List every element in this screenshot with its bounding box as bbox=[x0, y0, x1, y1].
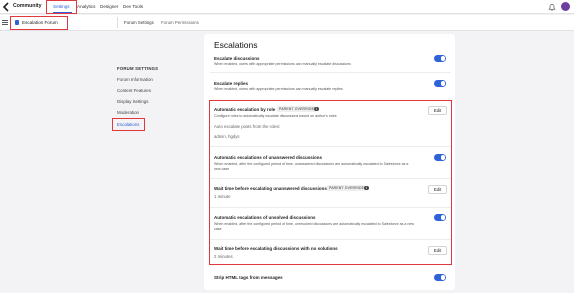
highlight-box-forum bbox=[10, 16, 68, 30]
edit-button-wait-time-no-solutions[interactable]: Edit bbox=[428, 246, 447, 255]
setting-value-label-roles: Auto escalate posts from the roles: bbox=[214, 124, 281, 129]
toggle-auto-escalation-unanswered[interactable] bbox=[434, 154, 446, 161]
setting-desc-escalate-discussions: When enabled, users with appropriate per… bbox=[214, 62, 351, 66]
row-separator bbox=[210, 72, 451, 73]
setting-title-escalate-replies: Escalate replies bbox=[214, 81, 249, 86]
toggle-escalate-discussions[interactable] bbox=[434, 55, 446, 62]
toggle-auto-escalation-unsolved[interactable] bbox=[434, 214, 446, 221]
row-separator bbox=[210, 239, 451, 240]
page-title: Escalations bbox=[214, 40, 258, 50]
leftnav-item-forum-information[interactable]: Forum Information bbox=[117, 77, 153, 82]
setting-desc-automatic-escalation-by-role: Configure roles to automatically escalat… bbox=[214, 114, 337, 118]
row-separator bbox=[210, 207, 451, 208]
setting-desc-auto-escalation-unanswered: When enabled, after the configured perio… bbox=[214, 162, 409, 171]
setting-title-automatic-escalation-by-role: Automatic escalation by role bbox=[214, 107, 276, 112]
bell-icon[interactable] bbox=[548, 3, 556, 11]
toggle-strip-html[interactable] bbox=[434, 274, 446, 281]
edit-button-wait-time-unanswered[interactable]: Edit bbox=[428, 185, 447, 194]
nav-analytics[interactable]: Analytics bbox=[77, 4, 95, 9]
row-separator bbox=[210, 146, 451, 147]
leftnav-item-content-features[interactable]: Content Features bbox=[117, 88, 151, 93]
subbar-divider bbox=[117, 17, 118, 28]
sub-bar bbox=[0, 15, 574, 31]
parent-override-badge: PARENT OVERRIDE bbox=[277, 106, 317, 112]
highlight-box-nav bbox=[46, 0, 77, 14]
tab-forum-permissions[interactable]: Forum Permissions bbox=[161, 20, 199, 25]
setting-desc-escalate-replies: When enabled, users with appropriate per… bbox=[214, 87, 343, 91]
setting-value-wait-time-unanswered: 1 minute bbox=[214, 194, 231, 199]
leftnav-item-display-settings[interactable]: Display Settings bbox=[117, 99, 148, 104]
highlight-box-escalations bbox=[112, 118, 145, 131]
nav-designer[interactable]: Designer bbox=[100, 4, 118, 9]
logo-icon[interactable] bbox=[2, 2, 10, 12]
setting-title-wait-time-no-solutions: Wait time before escalating discussions … bbox=[214, 246, 338, 251]
setting-title-strip-html: Strip HTML tags from messages bbox=[214, 275, 283, 280]
setting-desc-auto-escalation-unsolved: When enabled, after the configured perio… bbox=[214, 222, 414, 231]
avatar[interactable] bbox=[561, 2, 570, 11]
hamburger-icon[interactable] bbox=[2, 20, 8, 25]
setting-title-auto-escalation-unsolved: Automatic escalations of unsolved discus… bbox=[214, 215, 316, 220]
row-separator bbox=[210, 178, 451, 179]
info-icon[interactable]: i bbox=[364, 185, 369, 190]
leftnav-item-moderation[interactable]: Moderation bbox=[117, 110, 139, 115]
parent-override-badge: PARENT OVERRIDE bbox=[327, 185, 367, 191]
toggle-escalate-replies[interactable] bbox=[434, 80, 446, 87]
tab-forum-settings[interactable]: Forum Settings bbox=[124, 20, 154, 25]
setting-value-wait-time-no-solutions: 2 minutes bbox=[214, 254, 233, 259]
setting-title-escalate-discussions: Escalate discussions bbox=[214, 56, 260, 61]
edit-button-escalation-by-role[interactable]: Edit bbox=[428, 106, 447, 115]
info-icon[interactable]: i bbox=[314, 106, 319, 111]
app-name: Community bbox=[13, 3, 42, 9]
nav-dev-tools[interactable]: Dev Tools bbox=[123, 4, 143, 9]
leftnav-heading: FORUM SETTINGS bbox=[117, 66, 159, 71]
setting-title-auto-escalation-unanswered: Automatic escalations of unanswered disc… bbox=[214, 155, 323, 160]
setting-value-roles: admin, hgdys bbox=[214, 134, 240, 139]
setting-title-wait-time-unanswered: Wait time before escalating unanswered d… bbox=[214, 186, 327, 191]
